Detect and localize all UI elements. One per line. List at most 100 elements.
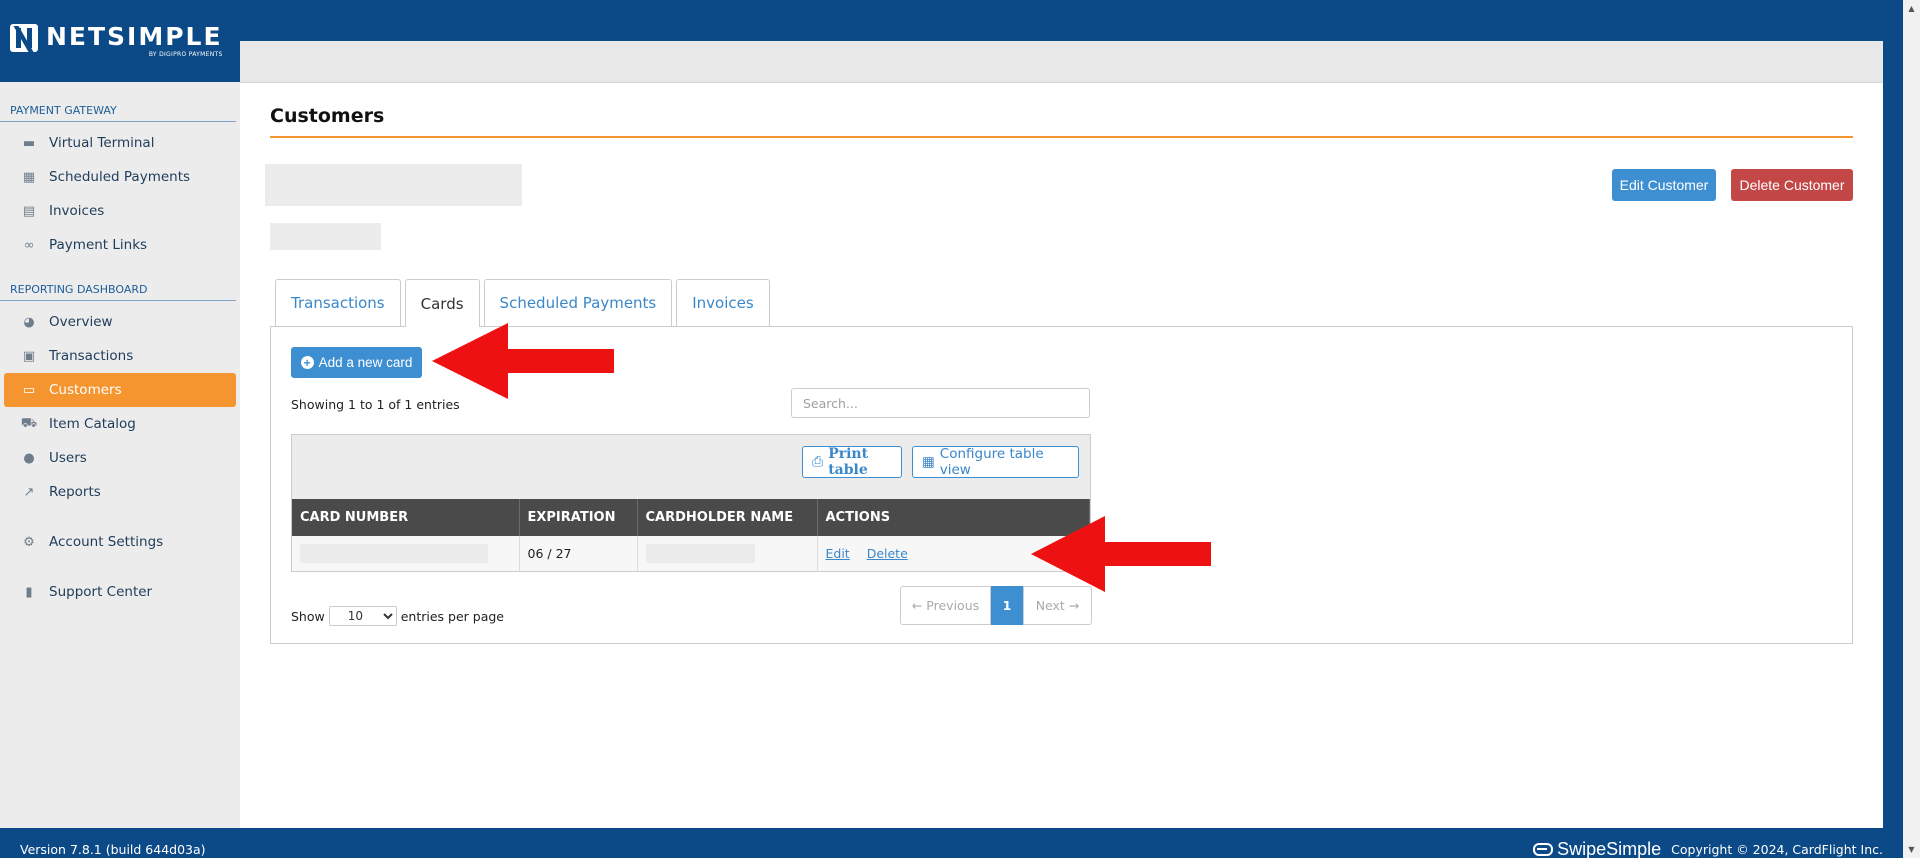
card-number-cell: [292, 536, 520, 571]
sidebar-item-label: Reports: [49, 484, 101, 500]
title-divider: [270, 136, 1853, 138]
sidebar-item-users[interactable]: ● Users: [4, 441, 236, 475]
page-size-control: Show 10 entries per page: [291, 606, 504, 626]
sidebar-item-label: Customers: [49, 382, 122, 398]
book-icon: ▮: [25, 584, 33, 600]
sidebar-item-label: Overview: [49, 314, 113, 330]
scroll-up-icon[interactable]: ▲: [1903, 0, 1920, 17]
annotation-arrow-add-card: [432, 323, 614, 399]
plus-circle-icon: +: [300, 356, 314, 369]
swipesimple-logo-text: SwipeSimple: [1557, 839, 1662, 858]
sidebar-item-support-center[interactable]: ▮ Support Center: [4, 575, 236, 609]
tab-scheduled-payments[interactable]: Scheduled Payments: [483, 279, 673, 326]
search-input[interactable]: [791, 388, 1090, 418]
netsimple-logo-icon: [10, 24, 38, 52]
cards-table-container: ⎙ Print table ▦ Configure table view CAR…: [291, 434, 1091, 572]
customer-detail-redacted: [270, 223, 381, 250]
swipesimple-logo: SwipeSimple: [1533, 839, 1661, 858]
table-icon: ▦: [922, 454, 935, 470]
scroll-down-icon[interactable]: ▼: [1903, 841, 1920, 858]
invoice-icon: ▤: [22, 203, 36, 219]
column-header-card-number[interactable]: CARD NUMBER: [292, 499, 520, 536]
table-row: 06 / 27 Edit Delete: [292, 536, 1090, 571]
sidebar-item-label: Users: [49, 450, 87, 466]
table-header-row: CARD NUMBER EXPIRATION CARDHOLDER NAME A…: [292, 499, 1090, 536]
entries-summary: Showing 1 to 1 of 1 entries: [291, 397, 460, 412]
expiration-cell: 06 / 27: [519, 536, 638, 571]
logo-subtext: BY DIGIPRO PAYMENTS: [148, 51, 223, 58]
delete-card-link[interactable]: Delete: [867, 546, 908, 561]
nav-section-reporting-dashboard: REPORTING DASHBOARD: [0, 262, 236, 301]
entries-per-page-select[interactable]: 10: [328, 606, 397, 626]
sidebar: NETSIMPLE BY DIGIPRO PAYMENTS PAYMENT GA…: [0, 0, 240, 828]
cardholder-name-redacted: [645, 544, 755, 563]
tab-cards[interactable]: Cards: [404, 279, 480, 327]
footer-right: SwipeSimple Copyright © 2024, CardFlight…: [1533, 839, 1883, 858]
copyright-text: Copyright © 2024, CardFlight Inc.: [1671, 842, 1883, 857]
sidebar-item-virtual-terminal[interactable]: ▬ Virtual Terminal: [4, 126, 236, 160]
chart-line-icon: ↗: [23, 484, 35, 500]
sidebar-item-overview[interactable]: ◕ Overview: [4, 305, 236, 339]
calendar-icon: ▦: [22, 169, 36, 185]
sidebar-item-label: Account Settings: [49, 534, 164, 550]
sidebar-item-label: Invoices: [49, 203, 105, 219]
sidebar-item-item-catalog[interactable]: ⛟ Item Catalog: [4, 407, 236, 441]
sidebar-item-transactions[interactable]: ▣ Transactions: [4, 339, 236, 373]
edit-card-link[interactable]: Edit: [826, 546, 850, 561]
customer-name-redacted: [265, 164, 522, 206]
print-table-label: Print table: [828, 446, 869, 478]
sidebar-item-label: Virtual Terminal: [49, 135, 155, 151]
cards-table: CARD NUMBER EXPIRATION CARDHOLDER NAME A…: [292, 499, 1090, 571]
column-header-cardholder-name[interactable]: CARDHOLDER NAME: [637, 499, 818, 536]
dashboard-icon: ◕: [23, 314, 35, 330]
configure-table-view-button[interactable]: ▦ Configure table view: [912, 446, 1079, 478]
page-1-button[interactable]: 1: [991, 586, 1023, 625]
swipesimple-icon: [1533, 843, 1554, 856]
tab-invoices[interactable]: Invoices: [676, 279, 770, 326]
add-new-card-label: Add a new card: [318, 355, 413, 370]
column-header-expiration[interactable]: EXPIRATION: [519, 499, 638, 536]
cardholder-name-cell: [637, 536, 818, 571]
main-content: Customers Edit Customer Delete Customer …: [240, 41, 1883, 828]
page-title: Customers: [270, 105, 385, 127]
sidebar-item-label: Scheduled Payments: [49, 169, 191, 185]
sidebar-item-customers[interactable]: ▭ Customers: [4, 373, 236, 407]
print-icon: ⎙: [812, 454, 824, 470]
sidebar-item-reports[interactable]: ↗ Reports: [4, 475, 236, 509]
money-icon: ▣: [22, 348, 36, 364]
top-bar: [240, 41, 1883, 83]
sidebar-item-label: Support Center: [49, 584, 153, 600]
users-icon: ●: [23, 450, 35, 466]
delete-customer-button[interactable]: Delete Customer: [1731, 169, 1853, 201]
sidebar-item-payment-links[interactable]: ∞ Payment Links: [4, 228, 236, 262]
logo-text: NETSIMPLE: [46, 22, 223, 51]
annotation-arrow-actions: [1031, 516, 1211, 592]
footer: Version 7.8.1 (build 644d03a) SwipeSimpl…: [0, 828, 1920, 858]
sidebar-item-label: Payment Links: [49, 237, 148, 253]
sidebar-item-label: Item Catalog: [49, 416, 136, 432]
gear-icon: ⚙: [23, 534, 35, 550]
link-icon: ∞: [23, 237, 35, 253]
sidebar-item-label: Transactions: [49, 348, 134, 364]
credit-card-icon: ▬: [22, 135, 36, 151]
card-number-redacted: [300, 544, 488, 563]
table-toolbar: ⎙ Print table ▦ Configure table view: [292, 435, 1090, 499]
sidebar-item-account-settings[interactable]: ⚙ Account Settings: [4, 525, 236, 559]
add-new-card-button[interactable]: + Add a new card: [291, 347, 422, 378]
customer-tabs: Transactions Cards Scheduled Payments In…: [275, 279, 770, 327]
edit-customer-button[interactable]: Edit Customer: [1612, 169, 1716, 201]
tab-transactions[interactable]: Transactions: [275, 279, 401, 326]
entries-per-page-label: entries per page: [400, 608, 504, 624]
version-text: Version 7.8.1 (build 644d03a): [20, 842, 206, 857]
logo-bar: NETSIMPLE BY DIGIPRO PAYMENTS: [0, 0, 240, 82]
sidebar-item-invoices[interactable]: ▤ Invoices: [4, 194, 236, 228]
page-scrollbar[interactable]: ▲ ▼: [1903, 0, 1920, 858]
sidebar-item-scheduled-payments[interactable]: ▦ Scheduled Payments: [4, 160, 236, 194]
cart-icon: ⛟: [20, 415, 38, 431]
brand-logo[interactable]: NETSIMPLE BY DIGIPRO PAYMENTS: [46, 22, 223, 59]
id-card-icon: ▭: [22, 382, 36, 398]
configure-table-label: Configure table view: [939, 446, 1044, 478]
print-table-button[interactable]: ⎙ Print table: [802, 446, 902, 478]
show-label: Show: [291, 608, 325, 624]
previous-page-button[interactable]: ← Previous: [900, 586, 991, 625]
